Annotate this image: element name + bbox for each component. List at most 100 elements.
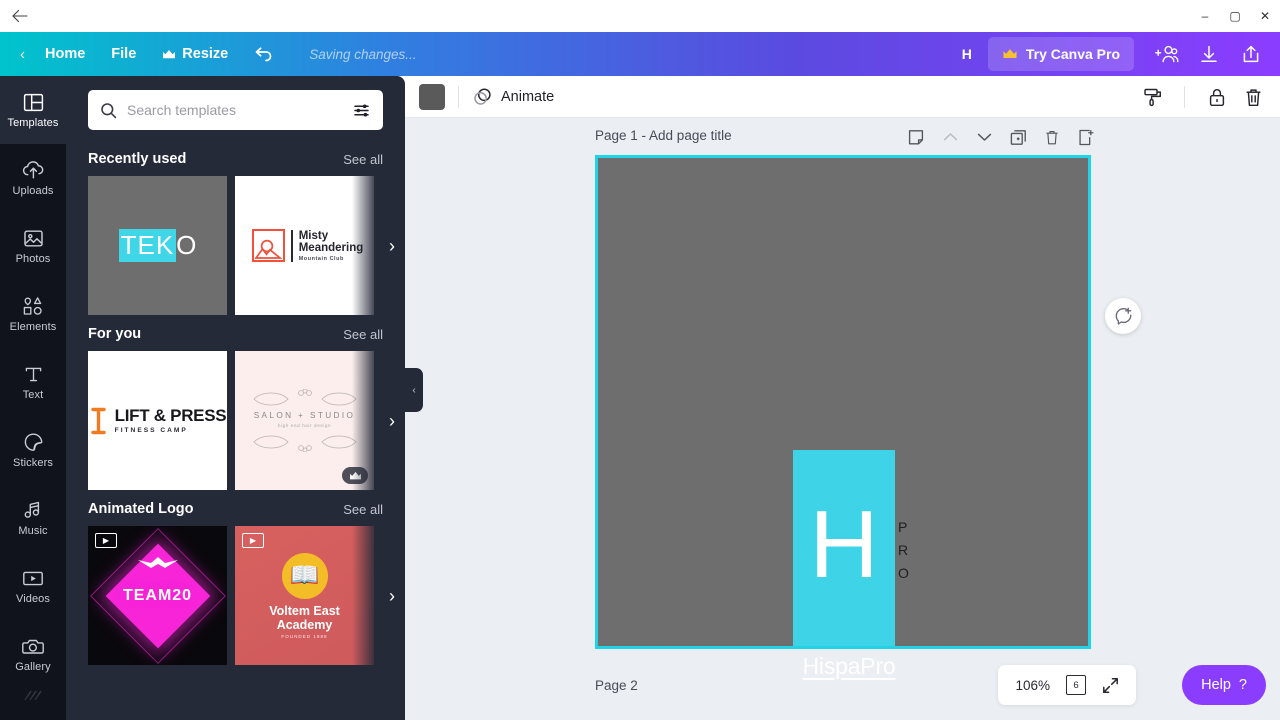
paint-roller-icon[interactable] — [1135, 80, 1169, 114]
chevron-up-icon[interactable] — [939, 126, 961, 148]
app-body: Templates Uploads Photos Elements Text S… — [0, 76, 1280, 720]
section-header-recently-used: Recently used See all — [66, 140, 405, 176]
carousel-next-arrow[interactable]: › — [389, 587, 395, 605]
templates-panel: Recently used See all TEKO Misty Meander… — [66, 76, 405, 720]
canvas-page-1[interactable]: H P R O HispaPro — [595, 155, 1091, 679]
toolbar-divider — [458, 85, 459, 108]
carousel-next-arrow[interactable]: › — [389, 412, 395, 430]
sidebar-item-elements[interactable]: Elements — [0, 280, 66, 348]
thumbnail-row-for-you: LIFT & PRESS FITNESS CAMP SALON + STUDIO… — [66, 351, 405, 490]
logo-brand-name[interactable]: HispaPro — [793, 646, 905, 680]
pro-letter-r: R — [898, 542, 909, 558]
misty-line2: Meandering — [298, 241, 364, 254]
chevron-down-icon[interactable] — [973, 126, 995, 148]
logo-color-block[interactable]: H — [793, 450, 895, 646]
filter-sliders-icon[interactable] — [353, 102, 371, 119]
template-thumbnail-salon-studio[interactable]: SALON + STUDIO high end hair design — [235, 351, 374, 490]
top-bar-right-group: H Try Canva Pro — [950, 32, 1270, 76]
help-question-mark: ? — [1238, 677, 1247, 693]
share-people-icon[interactable] — [1148, 35, 1186, 73]
template-thumbnail-lift-press[interactable]: LIFT & PRESS FITNESS CAMP — [88, 351, 227, 490]
download-icon[interactable] — [1190, 35, 1228, 73]
sidebar-item-uploads[interactable]: Uploads — [0, 144, 66, 212]
toolbar-divider — [1184, 86, 1185, 108]
design-logo-group[interactable]: H P R O HispaPro — [793, 450, 909, 679]
sidebar-item-photos[interactable]: Photos — [0, 212, 66, 280]
lift-line2: FITNESS CAMP — [114, 427, 188, 434]
notes-icon[interactable] — [905, 126, 927, 148]
voltem-line2: Academy — [276, 617, 333, 632]
search-box[interactable] — [88, 90, 383, 130]
home-button[interactable]: Home — [39, 32, 91, 76]
lift-line1: LIFT & PRESS — [114, 406, 227, 425]
zoom-percentage[interactable]: 106% — [1015, 678, 1050, 693]
top-bar-left-group: ‹ Home File Resize Saving changes... — [0, 32, 417, 76]
lock-icon[interactable] — [1200, 80, 1234, 114]
page-tools — [905, 126, 1097, 148]
search-input[interactable] — [127, 102, 343, 118]
team-name-text: TEAM20 — [122, 586, 193, 604]
thumbnail-row-recently-used: TEK O Misty Meandering Mountain Club › — [66, 176, 405, 315]
template-thumbnail-team20[interactable]: TEAM20 ▶ — [88, 526, 227, 665]
pro-crown-badge — [342, 467, 368, 484]
browser-back-icon[interactable] — [8, 4, 32, 28]
sidebar-item-gallery[interactable]: Gallery — [0, 620, 66, 688]
salon-line1: SALON + STUDIO — [253, 411, 356, 420]
see-all-link[interactable]: See all — [343, 502, 383, 517]
logo-pro-vertical-text: P R O — [898, 516, 909, 585]
left-tool-rail: Templates Uploads Photos Elements Text S… — [0, 76, 66, 720]
publish-upload-icon[interactable] — [1232, 35, 1270, 73]
editor-toolbar: Animate — [405, 76, 1280, 118]
window-minimize-button[interactable]: – — [1190, 0, 1220, 32]
sidebar-item-templates[interactable]: Templates — [0, 76, 66, 144]
section-title: Recently used — [88, 151, 187, 167]
add-comment-icon[interactable] — [1105, 298, 1141, 334]
sidebar-item-music[interactable]: Music — [0, 484, 66, 552]
pages-stack-icon[interactable]: 6 — [1066, 675, 1086, 695]
window-maximize-button[interactable]: ▢ — [1220, 0, 1250, 32]
trash-icon[interactable] — [1236, 80, 1270, 114]
see-all-link[interactable]: See all — [343, 152, 383, 167]
search-icon — [100, 102, 117, 119]
sidebar-item-text[interactable]: Text — [0, 348, 66, 416]
fullscreen-icon[interactable] — [1102, 677, 1119, 694]
template-thumbnail-teko[interactable]: TEK O — [88, 176, 227, 315]
rail-items: Templates Uploads Photos Elements Text S… — [0, 76, 66, 718]
canva-top-bar: ‹ Home File Resize Saving changes... H T… — [0, 32, 1280, 76]
search-area — [66, 76, 405, 140]
canvas-scroll-area[interactable]: Page 1 - Add page title H P R O HispaPro… — [405, 118, 1280, 720]
section-header-for-you: For you See all — [66, 315, 405, 351]
resize-button[interactable]: Resize — [156, 32, 234, 76]
see-all-link[interactable]: See all — [343, 327, 383, 342]
animate-circles-icon — [472, 87, 492, 107]
animate-button[interactable]: Animate — [472, 87, 554, 107]
try-canva-pro-button[interactable]: Try Canva Pro — [987, 37, 1134, 71]
undo-icon — [254, 46, 273, 63]
sidebar-label: Uploads — [12, 185, 54, 197]
undo-button[interactable] — [248, 32, 279, 76]
help-button[interactable]: Help ? — [1182, 665, 1266, 705]
sidebar-item-stickers[interactable]: Stickers — [0, 416, 66, 484]
sidebar-item-videos[interactable]: Videos — [0, 552, 66, 620]
window-close-button[interactable]: ✕ — [1250, 0, 1280, 32]
back-chevron-icon[interactable]: ‹ — [14, 32, 25, 76]
duplicate-page-icon[interactable] — [1007, 126, 1029, 148]
page-count: 6 — [1073, 679, 1079, 691]
animate-label: Animate — [501, 88, 555, 105]
delete-page-icon[interactable] — [1041, 126, 1063, 148]
template-thumbnail-misty[interactable]: Misty Meandering Mountain Club — [235, 176, 374, 315]
section-title: Animated Logo — [88, 501, 194, 517]
sidebar-label: Text — [22, 389, 44, 401]
page-2-label: Page 2 — [595, 678, 638, 693]
page-title-input[interactable]: Page 1 - Add page title — [595, 128, 732, 143]
voltem-line1: Voltem East — [269, 603, 340, 618]
template-thumbnail-voltem-east[interactable]: 📖 Voltem East Academy FOUNDED 1988 ▶ — [235, 526, 374, 665]
carousel-next-arrow[interactable]: › — [389, 237, 395, 255]
user-avatar[interactable]: H — [950, 37, 984, 71]
sidebar-label: Videos — [15, 593, 51, 605]
panel-collapse-handle[interactable]: ‹ — [405, 368, 423, 412]
color-swatch-button[interactable] — [419, 83, 445, 110]
misty-line3: Mountain Club — [298, 255, 344, 262]
add-page-icon[interactable] — [1075, 126, 1097, 148]
file-menu-button[interactable]: File — [105, 32, 142, 76]
